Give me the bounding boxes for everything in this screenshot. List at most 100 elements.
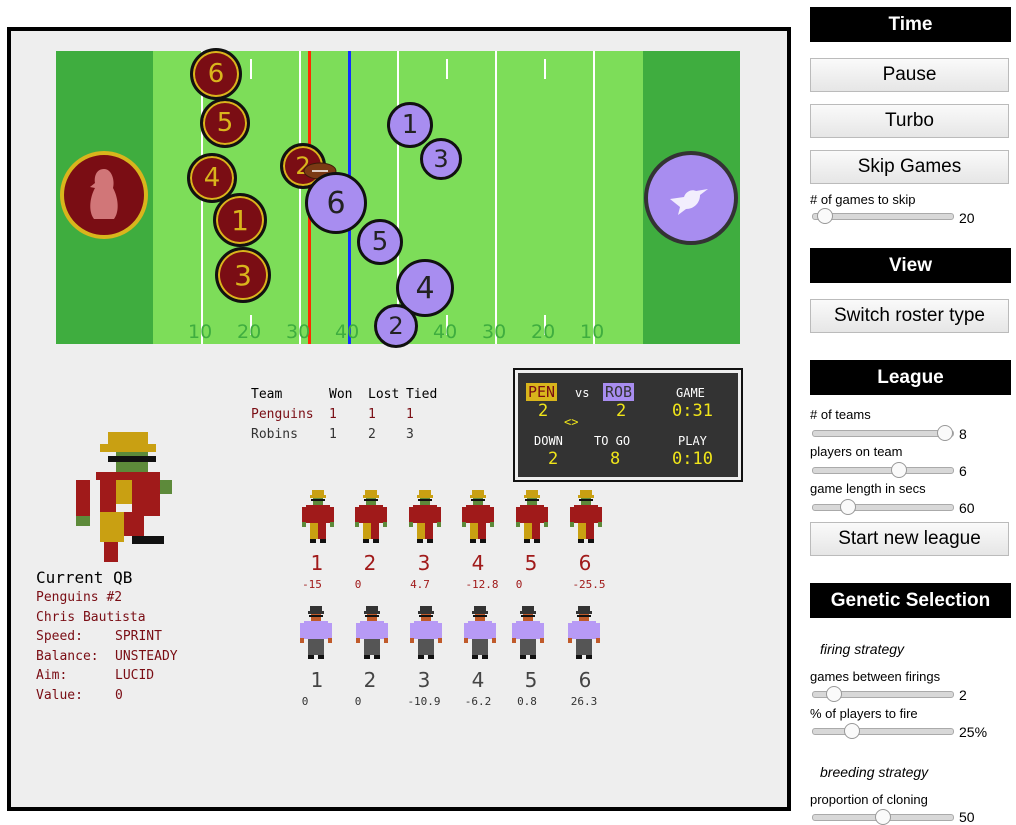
won-count: 1 [329, 407, 337, 422]
robins-player-sprite [410, 606, 442, 659]
possession-indicator: <> [564, 415, 579, 429]
penguins-player-sprite [355, 490, 387, 543]
yard-number: 40 [335, 321, 360, 343]
away-score: 2 [616, 401, 627, 421]
league-section-header: League [810, 360, 1011, 395]
header-tied: Tied [406, 387, 438, 402]
team-name: Robins [251, 427, 298, 442]
qb-speed: SPRINT [115, 629, 162, 644]
qb-balance-label: Balance: [36, 648, 99, 664]
yard-number: 10 [580, 321, 605, 343]
penguin-icon [60, 151, 148, 239]
scoreboard: PEN vs ROB 2 2 <> GAME 0:31 DOWN 2 TO GO… [513, 368, 743, 482]
robins-player-sprite [568, 606, 600, 659]
slider-knob[interactable] [844, 723, 860, 739]
slider-knob[interactable] [826, 686, 842, 702]
lost-count: 1 [368, 407, 376, 422]
game-clock: 0:31 [672, 401, 713, 421]
skip-games-value: 20 [959, 210, 975, 226]
table-row: Robins 1 2 3 [251, 425, 446, 445]
slider-knob[interactable] [937, 425, 953, 441]
roster-number: 1 [310, 668, 324, 692]
roster-number: 1 [310, 551, 324, 575]
roster-value: 26.3 [570, 695, 598, 708]
players-slider[interactable] [812, 462, 954, 478]
to-go-value: 8 [610, 449, 621, 469]
robins-player-sprite [512, 606, 544, 659]
yard-number: 30 [482, 321, 507, 343]
robins-player-token: 2 [374, 304, 418, 348]
players-slider-label: players on team [810, 444, 903, 459]
qb-aim: LUCID [115, 668, 155, 683]
home-score: 2 [538, 401, 549, 421]
play-clock-label: PLAY [678, 434, 707, 448]
penguins-player-token: 5 [200, 98, 250, 148]
lost-count: 2 [368, 427, 376, 442]
firings-slider[interactable] [812, 686, 954, 702]
slider-knob[interactable] [840, 499, 856, 515]
start-new-league-button[interactable]: Start new league [810, 522, 1009, 556]
view-section-header: View [810, 248, 1011, 283]
yard-line [593, 51, 595, 344]
pause-button[interactable]: Pause [810, 58, 1009, 92]
robins-player-token: 3 [420, 138, 462, 180]
yard-line [299, 51, 301, 344]
slider-knob[interactable] [817, 208, 833, 224]
qb-speed-label: Speed: [36, 629, 83, 644]
header-won: Won [329, 387, 353, 402]
game-length-value: 60 [959, 500, 975, 516]
firings-slider-label: games between firings [810, 669, 941, 684]
roster-value: -15 [302, 578, 322, 591]
slider-knob[interactable] [875, 809, 891, 825]
fire-pct-slider[interactable] [812, 723, 954, 739]
hash-mark [250, 59, 252, 79]
qb-value: 0 [115, 687, 123, 703]
yard-number: 10 [188, 321, 213, 343]
switch-roster-button[interactable]: Switch roster type [810, 299, 1009, 333]
roster-value: -10.9 [407, 695, 441, 708]
down-label: DOWN [534, 434, 563, 448]
qb-team: Penguins #2 [36, 590, 123, 605]
roster-number: 5 [524, 668, 538, 692]
table-row: Penguins 1 1 1 [251, 405, 446, 425]
quarterback-sprite [76, 432, 172, 562]
slider-knob[interactable] [891, 462, 907, 478]
standings-header: Team Won Lost Tied [251, 385, 446, 405]
game-clock-label: GAME [676, 386, 705, 400]
qb-balance: UNSTEADY [115, 648, 178, 664]
qb-name: Chris Bautista [36, 609, 146, 625]
tied-count: 3 [406, 427, 414, 442]
down-value: 2 [548, 449, 559, 469]
roster-number: 4 [471, 668, 485, 692]
genetic-section-header: Genetic Selection [810, 583, 1011, 618]
fire-pct-slider-label: % of players to fire [810, 706, 918, 721]
robins-player-token: 6 [305, 172, 367, 234]
hash-mark [544, 59, 546, 79]
skip-games-slider-label: # of games to skip [810, 192, 916, 207]
roster-value: 0.8 [517, 695, 537, 708]
current-qb-title: Current QB [36, 568, 133, 587]
yard-line [495, 51, 497, 344]
roster-number: 2 [363, 551, 377, 575]
cloning-value: 50 [959, 809, 975, 825]
skip-games-slider[interactable] [812, 208, 954, 224]
robins-player-token: 5 [357, 219, 403, 265]
penguins-player-sprite [302, 490, 334, 543]
game-length-slider[interactable] [812, 499, 954, 515]
header-lost: Lost [368, 387, 400, 402]
won-count: 1 [329, 427, 337, 442]
roster-number: 3 [417, 551, 431, 575]
vs-label: vs [575, 386, 590, 400]
penguins-player-token: 6 [190, 48, 242, 100]
roster-number: 3 [417, 668, 431, 692]
penguins-player-sprite [570, 490, 602, 543]
skip-games-button[interactable]: Skip Games [810, 150, 1009, 184]
hash-mark [446, 59, 448, 79]
bird-icon [644, 151, 738, 245]
turbo-button[interactable]: Turbo [810, 104, 1009, 138]
standings-table: Team Won Lost Tied Penguins 1 1 1 Robins… [251, 385, 446, 445]
robins-player-sprite [300, 606, 332, 659]
roster-number: 5 [524, 551, 538, 575]
teams-slider[interactable] [812, 425, 954, 441]
penguins-player-token: 3 [215, 247, 271, 303]
